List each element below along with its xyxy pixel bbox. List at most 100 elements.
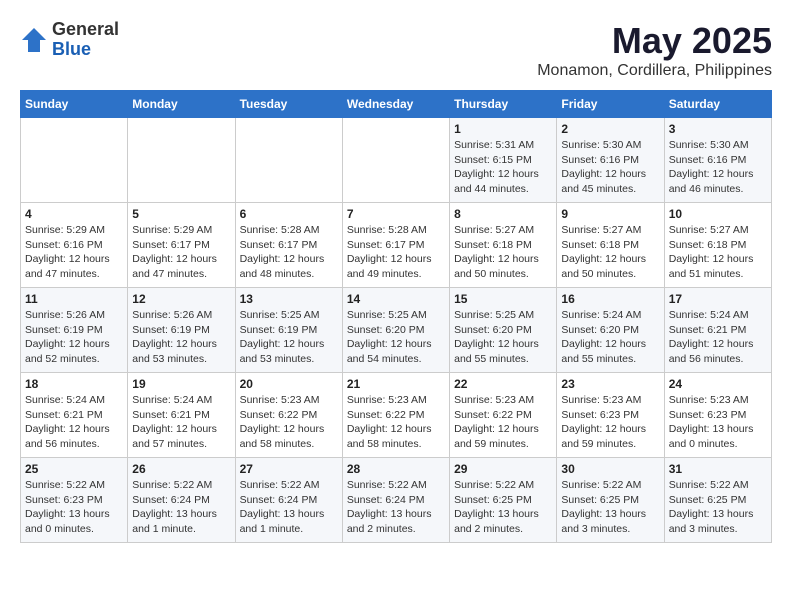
day-info: Sunrise: 5:28 AM Sunset: 6:17 PM Dayligh…	[347, 223, 445, 282]
day-info: Sunrise: 5:22 AM Sunset: 6:23 PM Dayligh…	[25, 478, 123, 537]
logo-general-text: General	[52, 20, 119, 40]
calendar-cell: 31 Sunrise: 5:22 AM Sunset: 6:25 PM Dayli…	[664, 458, 771, 543]
calendar-cell: 6Sunrise: 5:28 AM Sunset: 6:17 PM Daylig…	[235, 203, 342, 288]
calendar-cell: 16 Sunrise: 5:24 AM Sunset: 6:20 PM Dayli…	[557, 288, 664, 373]
day-number: 7	[347, 207, 445, 221]
weekday-header-wednesday: Wednesday	[342, 91, 449, 118]
day-number: 19	[132, 377, 230, 391]
weekday-header-thursday: Thursday	[450, 91, 557, 118]
calendar-cell: 26 Sunrise: 5:22 AM Sunset: 6:24 PM Dayli…	[128, 458, 235, 543]
day-info: Sunrise: 5:22 AM Sunset: 6:24 PM Dayligh…	[240, 478, 338, 537]
calendar-cell: 28 Sunrise: 5:22 AM Sunset: 6:24 PM Dayli…	[342, 458, 449, 543]
calendar-title: May 2025	[537, 20, 772, 62]
calendar-cell: 25 Sunrise: 5:22 AM Sunset: 6:23 PM Dayli…	[21, 458, 128, 543]
logo-icon	[20, 26, 48, 54]
calendar-cell: 11Sunrise: 5:26 AM Sunset: 6:19 PM Dayli…	[21, 288, 128, 373]
day-info: Sunrise: 5:27 AM Sunset: 6:18 PM Dayligh…	[669, 223, 767, 282]
calendar-cell: 22Sunrise: 5:23 AM Sunset: 6:22 PM Dayli…	[450, 373, 557, 458]
calendar-cell: 7 Sunrise: 5:28 AM Sunset: 6:17 PM Daylig…	[342, 203, 449, 288]
calendar-cell: 4 Sunrise: 5:29 AM Sunset: 6:16 PM Daylig…	[21, 203, 128, 288]
day-info: Sunrise: 5:23 AM Sunset: 6:23 PM Dayligh…	[669, 393, 767, 452]
calendar-cell: 1Sunrise: 5:31 AM Sunset: 6:15 PM Daylig…	[450, 118, 557, 203]
calendar-week-row: 4 Sunrise: 5:29 AM Sunset: 6:16 PM Daylig…	[21, 203, 772, 288]
calendar-cell: 5Sunrise: 5:29 AM Sunset: 6:17 PM Daylig…	[128, 203, 235, 288]
day-info: Sunrise: 5:22 AM Sunset: 6:24 PM Dayligh…	[347, 478, 445, 537]
day-number: 9	[561, 207, 659, 221]
calendar-cell: 15 Sunrise: 5:25 AM Sunset: 6:20 PM Dayli…	[450, 288, 557, 373]
day-info: Sunrise: 5:31 AM Sunset: 6:15 PM Dayligh…	[454, 138, 552, 197]
day-number: 16	[561, 292, 659, 306]
day-info: Sunrise: 5:23 AM Sunset: 6:22 PM Dayligh…	[347, 393, 445, 452]
page-header: General Blue May 2025 Monamon, Cordiller…	[20, 20, 772, 80]
day-info: Sunrise: 5:23 AM Sunset: 6:23 PM Dayligh…	[561, 393, 659, 452]
day-number: 14	[347, 292, 445, 306]
day-info: Sunrise: 5:24 AM Sunset: 6:21 PM Dayligh…	[669, 308, 767, 367]
day-info: Sunrise: 5:25 AM Sunset: 6:19 PM Dayligh…	[240, 308, 338, 367]
day-number: 22	[454, 377, 552, 391]
day-number: 10	[669, 207, 767, 221]
day-info: Sunrise: 5:27 AM Sunset: 6:18 PM Dayligh…	[454, 223, 552, 282]
day-number: 5	[132, 207, 230, 221]
calendar-cell: 27 Sunrise: 5:22 AM Sunset: 6:24 PM Dayli…	[235, 458, 342, 543]
day-info: Sunrise: 5:22 AM Sunset: 6:25 PM Dayligh…	[669, 478, 767, 537]
weekday-header-sunday: Sunday	[21, 91, 128, 118]
calendar-cell: 10 Sunrise: 5:27 AM Sunset: 6:18 PM Dayli…	[664, 203, 771, 288]
day-info: Sunrise: 5:22 AM Sunset: 6:25 PM Dayligh…	[454, 478, 552, 537]
calendar-cell: 20 Sunrise: 5:23 AM Sunset: 6:22 PM Dayli…	[235, 373, 342, 458]
calendar-cell: 12 Sunrise: 5:26 AM Sunset: 6:19 PM Dayli…	[128, 288, 235, 373]
day-info: Sunrise: 5:26 AM Sunset: 6:19 PM Dayligh…	[132, 308, 230, 367]
calendar-subtitle: Monamon, Cordillera, Philippines	[537, 62, 772, 80]
day-info: Sunrise: 5:29 AM Sunset: 6:16 PM Dayligh…	[25, 223, 123, 282]
calendar-table: SundayMondayTuesdayWednesdayThursdayFrid…	[20, 90, 772, 543]
day-number: 15	[454, 292, 552, 306]
day-number: 13	[240, 292, 338, 306]
calendar-cell: 13 Sunrise: 5:25 AM Sunset: 6:19 PM Dayli…	[235, 288, 342, 373]
day-number: 27	[240, 462, 338, 476]
day-number: 31	[669, 462, 767, 476]
day-info: Sunrise: 5:22 AM Sunset: 6:24 PM Dayligh…	[132, 478, 230, 537]
calendar-cell	[342, 118, 449, 203]
day-info: Sunrise: 5:30 AM Sunset: 6:16 PM Dayligh…	[669, 138, 767, 197]
day-info: Sunrise: 5:25 AM Sunset: 6:20 PM Dayligh…	[347, 308, 445, 367]
weekday-header-monday: Monday	[128, 91, 235, 118]
day-number: 28	[347, 462, 445, 476]
day-number: 29	[454, 462, 552, 476]
calendar-cell: 2 Sunrise: 5:30 AM Sunset: 6:16 PM Daylig…	[557, 118, 664, 203]
day-info: Sunrise: 5:23 AM Sunset: 6:22 PM Dayligh…	[240, 393, 338, 452]
day-info: Sunrise: 5:24 AM Sunset: 6:21 PM Dayligh…	[132, 393, 230, 452]
calendar-cell: 24 Sunrise: 5:23 AM Sunset: 6:23 PM Dayli…	[664, 373, 771, 458]
day-info: Sunrise: 5:27 AM Sunset: 6:18 PM Dayligh…	[561, 223, 659, 282]
calendar-week-row: 18 Sunrise: 5:24 AM Sunset: 6:21 PM Dayli…	[21, 373, 772, 458]
weekday-header-row: SundayMondayTuesdayWednesdayThursdayFrid…	[21, 91, 772, 118]
day-info: Sunrise: 5:24 AM Sunset: 6:21 PM Dayligh…	[25, 393, 123, 452]
calendar-week-row: 11 Sunrise: 5:26 AM Sunset: 6:19 PM Dayli…	[21, 288, 772, 373]
calendar-cell: 29 Sunrise: 5:22 AM Sunset: 6:25 PM Dayli…	[450, 458, 557, 543]
calendar-cell: 17 Sunrise: 5:24 AM Sunset: 6:21 PM Dayli…	[664, 288, 771, 373]
calendar-week-row: 25 Sunrise: 5:22 AM Sunset: 6:23 PM Dayli…	[21, 458, 772, 543]
day-number: 26	[132, 462, 230, 476]
day-info: Sunrise: 5:25 AM Sunset: 6:20 PM Dayligh…	[454, 308, 552, 367]
calendar-cell: 14 Sunrise: 5:25 AM Sunset: 6:20 PM Dayli…	[342, 288, 449, 373]
day-number: 11	[25, 292, 123, 306]
day-number: 4	[25, 207, 123, 221]
weekday-header-tuesday: Tuesday	[235, 91, 342, 118]
day-number: 2	[561, 122, 659, 136]
weekday-header-friday: Friday	[557, 91, 664, 118]
calendar-cell: 9 Sunrise: 5:27 AM Sunset: 6:18 PM Daylig…	[557, 203, 664, 288]
day-number: 17	[669, 292, 767, 306]
day-number: 20	[240, 377, 338, 391]
calendar-cell: 3Sunrise: 5:30 AM Sunset: 6:16 PM Daylig…	[664, 118, 771, 203]
day-info: Sunrise: 5:28 AM Sunset: 6:17 PM Dayligh…	[240, 223, 338, 282]
calendar-cell	[235, 118, 342, 203]
day-info: Sunrise: 5:24 AM Sunset: 6:20 PM Dayligh…	[561, 308, 659, 367]
day-number: 24	[669, 377, 767, 391]
logo-blue-text: Blue	[52, 40, 119, 60]
logo: General Blue	[20, 20, 119, 60]
day-info: Sunrise: 5:30 AM Sunset: 6:16 PM Dayligh…	[561, 138, 659, 197]
calendar-cell: 18 Sunrise: 5:24 AM Sunset: 6:21 PM Dayli…	[21, 373, 128, 458]
day-number: 18	[25, 377, 123, 391]
day-number: 23	[561, 377, 659, 391]
day-number: 25	[25, 462, 123, 476]
day-number: 12	[132, 292, 230, 306]
calendar-cell	[21, 118, 128, 203]
